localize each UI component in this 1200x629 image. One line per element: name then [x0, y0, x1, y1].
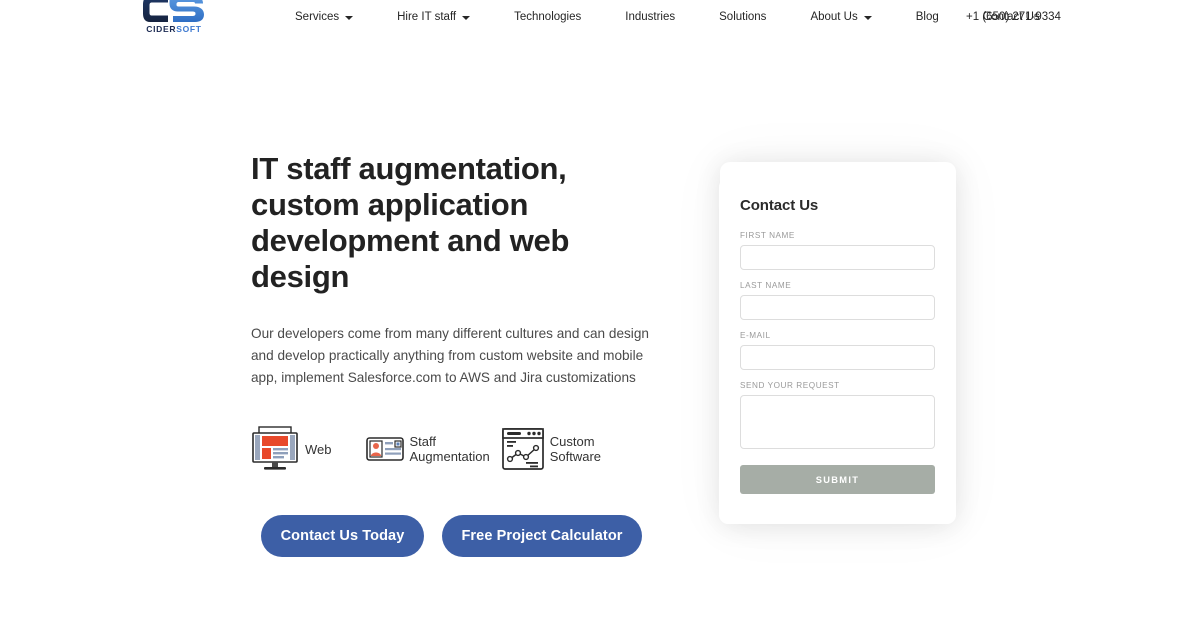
chevron-down-icon: [462, 16, 471, 20]
nav-item-hire-it-staff[interactable]: Hire IT staff: [397, 11, 471, 23]
main-navigation: Services Hire IT staff Technologies Indu…: [295, 0, 1040, 34]
feature-web[interactable]: Web: [251, 426, 332, 472]
site-header: CIDERSOFT Services Hire IT staff Technol…: [0, 0, 1200, 34]
browser-chart-icon: [501, 428, 544, 470]
email-input[interactable]: [740, 345, 935, 370]
nav-label: About Us: [810, 11, 858, 23]
last-name-label: LAST NAME: [740, 281, 792, 290]
hero-content: IT staff augmentation, custom applicatio…: [251, 151, 671, 389]
feature-staff-augmentation[interactable]: Staff Augmentation: [365, 434, 490, 464]
cs-monogram-logo: [143, 0, 204, 22]
monitor-webpage-icon: [251, 426, 299, 472]
feature-label: Web: [305, 441, 332, 457]
nav-item-solutions[interactable]: Solutions: [719, 11, 766, 23]
request-message-textarea[interactable]: [740, 395, 935, 449]
first-name-label: FIRST NAME: [740, 231, 795, 240]
submit-button[interactable]: SUBMIT: [740, 465, 935, 494]
contact-form-card: Contact Us FIRST NAME LAST NAME E-MAIL S…: [719, 178, 956, 524]
nav-label: Services: [295, 11, 340, 23]
free-project-calculator-button[interactable]: Free Project Calculator: [442, 515, 642, 557]
email-label: E-MAIL: [740, 331, 771, 340]
contact-form-title: Contact Us: [740, 197, 819, 214]
nav-label: Technologies: [514, 11, 582, 23]
feature-custom-software[interactable]: Custom Software: [501, 428, 602, 470]
feature-label: Custom Software: [549, 434, 602, 464]
page-title: IT staff augmentation, custom applicatio…: [251, 151, 570, 294]
hero-section: IT staff augmentation, custom applicatio…: [0, 34, 1200, 615]
logo-word-soft: SOFT: [176, 24, 202, 34]
logo-wordmark: CIDERSOFT: [146, 24, 201, 34]
nav-item-blog[interactable]: Blog: [916, 11, 939, 23]
nav-label: Industries: [625, 11, 676, 23]
feature-label: Staff Augmentation: [409, 434, 490, 464]
nav-item-technologies[interactable]: Technologies: [514, 11, 581, 23]
nav-item-about-us[interactable]: About Us: [810, 11, 872, 23]
header-phone-number[interactable]: +1 (650) 271-9334: [966, 0, 1061, 34]
site-logo[interactable]: CIDERSOFT: [141, 0, 207, 36]
nav-label: Solutions: [719, 11, 767, 23]
last-name-input[interactable]: [740, 295, 935, 320]
nav-label: Hire IT staff: [397, 11, 457, 23]
logo-word-cider: CIDER: [146, 24, 177, 34]
request-message-label: SEND YOUR REQUEST: [740, 381, 840, 390]
nav-item-industries[interactable]: Industries: [625, 11, 675, 23]
cta-button-row: Contact Us Today Free Project Calculator: [261, 515, 642, 557]
hero-subtitle: Our developers come from many different …: [251, 326, 649, 385]
chevron-down-icon: [863, 16, 872, 20]
nav-label: Blog: [915, 11, 939, 23]
contact-us-today-button[interactable]: Contact Us Today: [261, 515, 424, 557]
id-card-icon: [365, 435, 404, 463]
nav-item-services[interactable]: Services: [295, 11, 354, 23]
first-name-input[interactable]: [740, 245, 935, 270]
feature-list: Web Staff Augmentation Custom Software: [251, 426, 601, 472]
chevron-down-icon: [345, 16, 354, 20]
